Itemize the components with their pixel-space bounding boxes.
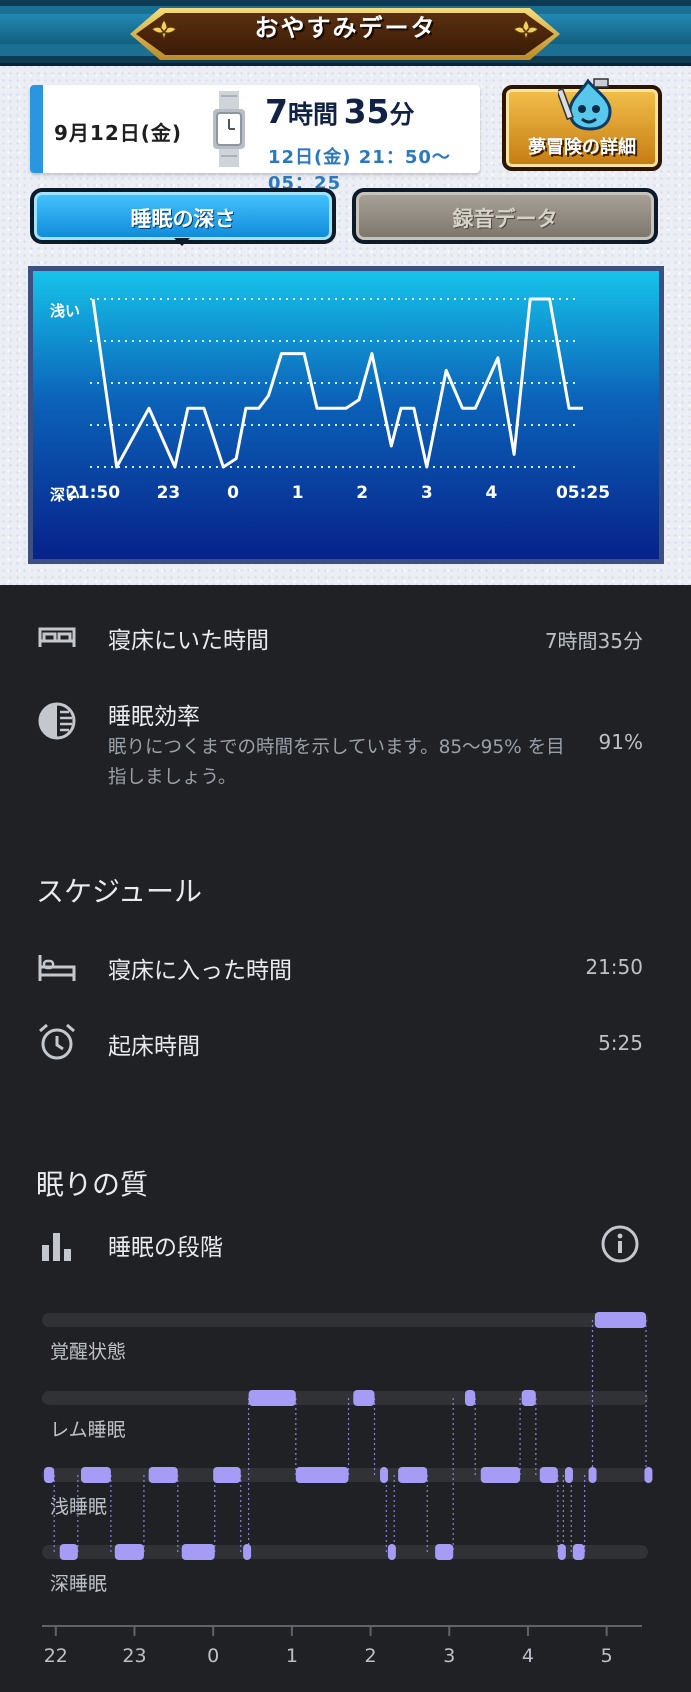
sleep-efficiency-label: 睡眠効率: [108, 704, 200, 730]
stage-segment: [588, 1467, 597, 1483]
tab-sleep-depth[interactable]: 睡眠の深さ: [30, 188, 336, 246]
stage-segment: [521, 1390, 536, 1406]
depth-x-tick-label: 4: [486, 483, 498, 503]
date-card: 9月12日(金) 7時間 35分 12日(金) 21：50～05：25: [30, 85, 480, 194]
detail-button-label: 夢冒険の詳細: [528, 137, 636, 158]
stage-x-tick-label: 22: [44, 1645, 68, 1667]
stage-segment: [114, 1544, 144, 1560]
date-card-accent: [30, 85, 43, 173]
stage-track: [42, 1313, 648, 1327]
stage-segment: [539, 1467, 558, 1483]
sleep-quality-title: 眠りの質: [36, 1168, 149, 1201]
stage-segment: [435, 1544, 454, 1560]
duration-minutes-unit: 分: [389, 100, 415, 129]
duration-minutes: 35: [343, 92, 390, 131]
wake-time-label: 起床時間: [108, 1034, 200, 1060]
bedtime-label: 寝床に入った時間: [108, 958, 292, 984]
stage-segment: [59, 1544, 78, 1560]
stage-segment: [243, 1544, 252, 1560]
stage-segment: [181, 1544, 215, 1560]
bed-icon: [38, 627, 76, 647]
stage-label: レム睡眠: [50, 1419, 126, 1441]
depth-x-tick-label: 2: [356, 483, 368, 503]
depth-x-tick-label: 23: [157, 483, 181, 503]
stage-segment: [465, 1390, 476, 1406]
bed-time-icon: [38, 955, 76, 981]
stage-track: [42, 1391, 648, 1405]
stage-x-tick-label: 5: [601, 1645, 613, 1667]
info-icon[interactable]: [599, 1223, 641, 1265]
y-label-shallow: 浅い: [50, 302, 80, 320]
sleep-duration: 7時間 35分: [265, 92, 415, 131]
sleep-efficiency-description: 眠りにつくまでの時間を示しています。85～95% を目指しましょう。: [108, 737, 565, 788]
stage-segment: [80, 1467, 111, 1483]
stage-segment: [572, 1544, 585, 1560]
sleep-stages-label: 睡眠の段階: [108, 1235, 223, 1261]
depth-x-tick-label: 05:25: [556, 483, 610, 503]
bedtime-value: 21:50: [585, 955, 643, 979]
stage-segment: [213, 1467, 241, 1483]
sleep-depth-chart: 21:50 23 0 1 2 3 4 05:25 浅い 深い: [28, 266, 664, 564]
stage-segment: [380, 1467, 389, 1483]
watch-icon: [213, 91, 245, 167]
page-title: おやすみデータ: [254, 14, 437, 42]
sleep-game-panel: おやすみデータ 9月12日(金) 7時間 35分 12日(金) 21：50～05…: [0, 0, 691, 585]
stage-x-tick-label: 2: [365, 1645, 377, 1667]
stage-segment: [295, 1467, 349, 1483]
slime-knight-icon: [558, 78, 612, 131]
schedule-title: スケジュール: [36, 875, 203, 908]
stage-label: 浅睡眠: [50, 1496, 107, 1518]
half-circle-icon: [38, 702, 76, 740]
sleep-efficiency-value: 91%: [598, 730, 643, 754]
stage-segment: [480, 1467, 521, 1483]
stage-segment: [557, 1544, 566, 1560]
stage-x-tick-label: 0: [207, 1645, 219, 1667]
y-label-deep: 深い: [50, 486, 80, 504]
duration-hours-unit: 時間: [287, 100, 338, 129]
title-bar: おやすみデータ: [0, 0, 691, 66]
stage-segment: [248, 1390, 296, 1406]
stage-segment: [148, 1467, 178, 1483]
bar-chart-icon: [42, 1233, 71, 1261]
stage-segment: [564, 1467, 573, 1483]
depth-x-tick-label: 3: [421, 483, 433, 503]
stage-x-tick-label: 3: [443, 1645, 455, 1667]
stage-segment: [387, 1544, 396, 1560]
stage-label: 覚醒状態: [50, 1341, 126, 1363]
tab-recording-data[interactable]: 録音データ: [352, 188, 658, 244]
stage-segment: [44, 1467, 55, 1483]
wake-time-value: 5:25: [598, 1031, 643, 1055]
time-in-bed-value: 7時間35分: [544, 629, 643, 653]
depth-x-tick-label: 1: [292, 483, 304, 503]
stage-x-tick-label: 23: [122, 1645, 146, 1667]
time-in-bed-label: 寝床にいた時間: [108, 628, 269, 654]
depth-x-tick-label: 0: [227, 483, 239, 503]
alarm-clock-icon: [39, 1023, 75, 1060]
date-label: 9月12日(金): [54, 121, 183, 145]
sleep-stage-chart: 覚醒状態レム睡眠浅睡眠深睡眠 22 23 0 1 2 3 4 5: [42, 1312, 653, 1667]
stage-segment: [594, 1312, 646, 1328]
stage-label: 深睡眠: [50, 1573, 107, 1595]
stage-x-tick-label: 1: [286, 1645, 298, 1667]
chart-background: [33, 271, 659, 559]
dream-adventure-detail-button[interactable]: 夢冒険の詳細: [502, 78, 662, 171]
stage-segment: [353, 1390, 375, 1406]
duration-hours: 7: [265, 92, 288, 131]
stage-segment: [398, 1467, 428, 1483]
stage-segment: [644, 1467, 653, 1483]
stage-x-tick-label: 4: [522, 1645, 534, 1667]
